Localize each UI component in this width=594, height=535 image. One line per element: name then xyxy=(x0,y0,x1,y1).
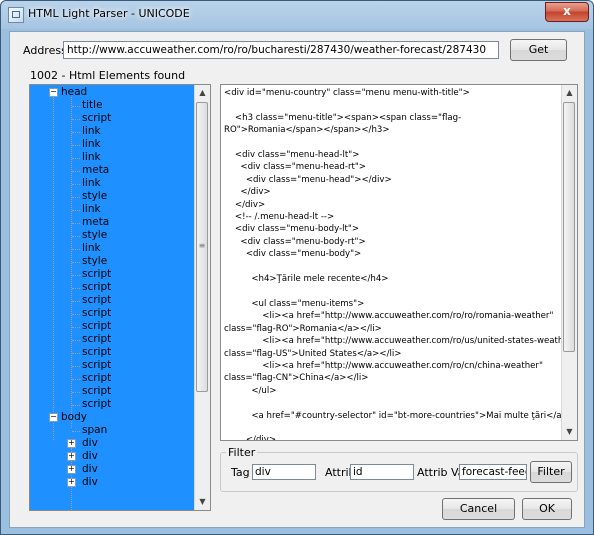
html-source-text: <div id="menu-country" class="menu menu-… xyxy=(224,88,577,441)
scroll-down-arrow-icon[interactable]: ▼ xyxy=(195,494,210,510)
tree-node-style[interactable]: style xyxy=(82,255,107,268)
tag-label: Tag xyxy=(231,466,250,479)
tree-scroll-thumb[interactable]: ≡ xyxy=(196,102,208,392)
tree-node-div[interactable]: div xyxy=(82,463,98,476)
tree-node-link[interactable]: link xyxy=(82,151,101,164)
tree-connector-line xyxy=(72,392,80,393)
tree-connector-line xyxy=(72,119,80,120)
tree-node-link[interactable]: link xyxy=(82,125,101,138)
tree-node-body[interactable]: body xyxy=(61,411,87,424)
tree-connector-line xyxy=(72,184,80,185)
tree-connector-line xyxy=(72,249,80,250)
tree-node-div[interactable]: div xyxy=(82,476,98,489)
tree-connector-line xyxy=(72,366,80,367)
scroll-grip-icon: ≡ xyxy=(198,241,206,250)
window-title: HTML Light Parser - UNICODE xyxy=(28,7,190,20)
tree-connector-line xyxy=(72,210,80,211)
address-input[interactable]: http://www.accuweather.com/ro/ro/buchare… xyxy=(63,41,499,59)
tree-connector-line xyxy=(72,379,80,380)
tree-node-head[interactable]: head xyxy=(61,86,87,99)
get-button[interactable]: Get xyxy=(510,39,567,61)
tree-expander-icon[interactable]: − xyxy=(49,413,58,422)
app-icon xyxy=(8,7,24,23)
tree-node-script[interactable]: script xyxy=(82,359,111,372)
tree-node-link[interactable]: link xyxy=(82,138,101,151)
tree-connector-line xyxy=(72,275,80,276)
tree-node-meta[interactable]: meta xyxy=(82,164,109,177)
scroll-up-arrow-icon[interactable]: ▲ xyxy=(195,85,210,101)
tree-node-link[interactable]: link xyxy=(82,203,101,216)
tree-connector-line xyxy=(72,314,80,315)
html-tree-view[interactable]: − head title script link link link meta link styl… xyxy=(29,84,211,511)
tree-node-div[interactable]: div xyxy=(82,450,98,463)
tree-node-script[interactable]: script xyxy=(82,307,111,320)
tree-connector-line xyxy=(72,197,80,198)
app-window: HTML Light Parser - UNICODE x Address: h… xyxy=(0,0,594,535)
tree-connector-line xyxy=(72,262,80,263)
tree-vertical-scrollbar[interactable]: ▲ ≡ ▼ xyxy=(194,85,210,510)
tree-connector-line xyxy=(72,288,80,289)
dialog-client-area: Address: http://www.accuweather.com/ro/r… xyxy=(9,31,585,528)
tree-connector-line xyxy=(72,431,80,432)
tree-node-style[interactable]: style xyxy=(82,190,107,203)
tree-connector-line xyxy=(72,340,80,341)
tree-node-script[interactable]: script xyxy=(82,281,111,294)
tree-node-link[interactable]: link xyxy=(82,242,101,255)
source-vertical-scrollbar[interactable]: ▲ ▼ xyxy=(561,85,577,440)
tree-connector-line xyxy=(72,223,80,224)
tag-input[interactable]: div xyxy=(252,464,316,480)
tree-connector-line xyxy=(53,90,54,440)
elements-found-label: 1002 - Html Elements found xyxy=(30,69,186,82)
tree-connector-line xyxy=(72,158,80,159)
tree-nodes-area: − head title script link link link meta link styl… xyxy=(30,85,194,510)
tree-connector-line xyxy=(72,106,80,107)
tree-connector-line xyxy=(72,405,80,406)
tree-connector-line xyxy=(72,132,80,133)
tree-connector-line xyxy=(72,353,80,354)
tree-node-script[interactable]: script xyxy=(82,268,111,281)
filter-group: Filter Tag div Attrib id Attrib Val fore… xyxy=(220,446,578,492)
attrib-input[interactable]: id xyxy=(350,464,414,480)
tree-expander-icon[interactable]: − xyxy=(49,88,58,97)
tree-node-link[interactable]: link xyxy=(82,177,101,190)
tree-node-script[interactable]: script xyxy=(82,294,111,307)
tree-node-div[interactable]: div xyxy=(82,437,98,450)
tree-expander-icon[interactable]: + xyxy=(67,465,76,474)
tree-connector-line xyxy=(72,145,80,146)
html-source-view[interactable]: <div id="menu-country" class="menu menu-… xyxy=(220,84,578,441)
cancel-button[interactable]: Cancel xyxy=(442,498,515,520)
tree-expander-icon[interactable]: + xyxy=(67,439,76,448)
tree-node-script[interactable]: script xyxy=(82,346,111,359)
scroll-down-arrow-icon[interactable]: ▼ xyxy=(562,424,577,440)
tree-node-span[interactable]: span xyxy=(82,424,107,437)
tree-node-title[interactable]: title xyxy=(82,99,103,112)
attrib-val-input[interactable]: forecast-feed xyxy=(459,464,527,480)
tree-expander-icon[interactable]: + xyxy=(67,478,76,487)
tree-connector-line xyxy=(72,327,80,328)
tree-node-style[interactable]: style xyxy=(82,229,107,242)
source-scroll-thumb[interactable] xyxy=(563,102,575,352)
tree-node-script[interactable]: script xyxy=(82,333,111,346)
scroll-up-arrow-icon[interactable]: ▲ xyxy=(562,85,577,101)
tree-node-script[interactable]: script xyxy=(82,112,111,125)
filter-button[interactable]: Filter xyxy=(530,461,572,483)
tree-connector-line xyxy=(72,171,80,172)
close-button[interactable]: x xyxy=(545,2,589,22)
filter-legend: Filter xyxy=(226,446,258,459)
tree-node-script[interactable]: script xyxy=(82,372,111,385)
tree-node-meta[interactable]: meta xyxy=(82,216,109,229)
ok-button[interactable]: OK xyxy=(522,498,572,520)
title-bar[interactable]: HTML Light Parser - UNICODE x xyxy=(1,1,593,29)
tree-node-script[interactable]: script xyxy=(82,385,111,398)
tree-node-script[interactable]: script xyxy=(82,398,111,411)
tree-node-script[interactable]: script xyxy=(82,320,111,333)
tree-connector-line xyxy=(72,301,80,302)
tree-expander-icon[interactable]: + xyxy=(67,452,76,461)
tree-connector-line xyxy=(72,236,80,237)
